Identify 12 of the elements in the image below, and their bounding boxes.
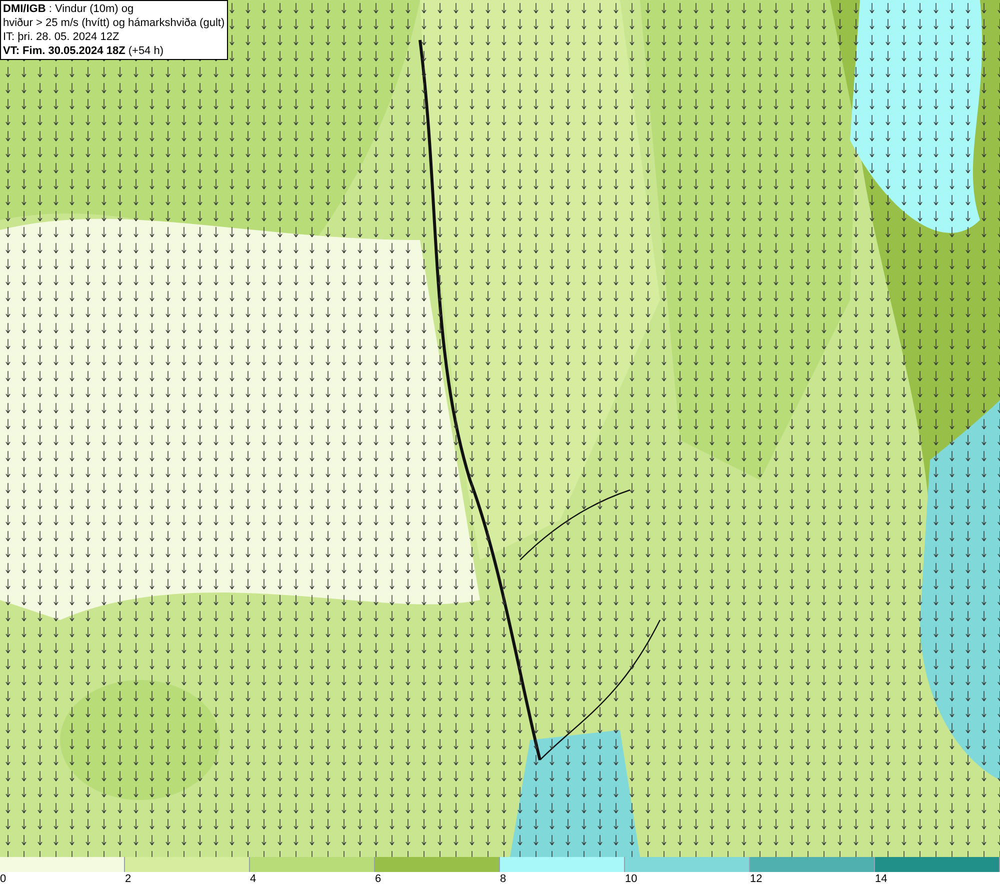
- title-line: DMI/IGB : Vindur (10m) og: [3, 2, 135, 16]
- title-line: IT: þri. 28. 05. 2024 12Z: [3, 30, 120, 44]
- legend-tick-label: 10: [625, 872, 638, 886]
- legend-tick-label: 6: [375, 872, 382, 886]
- title-line: hviður > 25 m/s (hvítt) og hámarkshviða (gult): [3, 16, 225, 30]
- legend-tick-label: 0: [0, 872, 6, 886]
- legend-tick-label: 4: [250, 872, 256, 886]
- legend-tick-label: 14: [875, 872, 888, 886]
- legend-tick-label: 2: [125, 872, 132, 886]
- legend-tick-label: 8: [500, 872, 506, 886]
- legend-tick-label: 12: [750, 872, 762, 886]
- title-line: VT: Fim. 30.05.2024 18Z (+54 h): [3, 44, 165, 58]
